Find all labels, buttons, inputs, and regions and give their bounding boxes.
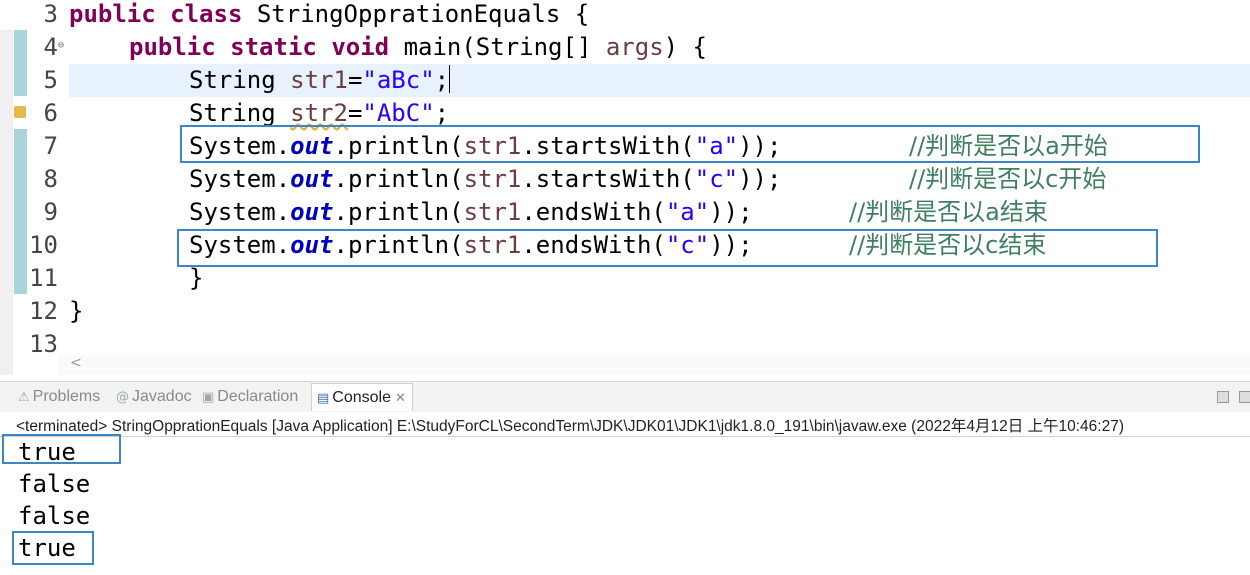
scroll-left-icon[interactable]: < xyxy=(70,355,82,371)
line-number: 13 xyxy=(29,330,58,358)
code-editor[interactable]: 3 4 5 6 7 8 9 10 11 12 13 ⊖ public class… xyxy=(0,0,1250,378)
tab-problems[interactable]: ⚠ Problems xyxy=(18,388,100,406)
console-icon: ▤ xyxy=(317,391,330,406)
console-output-line: false xyxy=(18,470,91,498)
console-status: <terminated> StringOpprationEquals [Java… xyxy=(16,418,1124,435)
line-number: 4 xyxy=(43,33,58,61)
code-line-12[interactable]: } xyxy=(69,295,83,328)
view-tab-bar: ⚠ Problems @ Javadoc ▣ Declaration ▤ Console… xyxy=(0,381,1250,412)
javadoc-icon: @ xyxy=(116,390,129,405)
line-number: 6 xyxy=(43,99,58,127)
code-line-3[interactable]: public class StringOpprationEquals { xyxy=(69,0,589,31)
tab-console[interactable]: ▤ Console ✕ xyxy=(311,383,413,411)
line-number: 7 xyxy=(43,132,58,160)
line-number: 10 xyxy=(29,231,58,259)
annotation-ruler xyxy=(0,30,13,375)
highlight-box xyxy=(2,434,121,464)
maximize-view-icon[interactable] xyxy=(1239,391,1250,403)
tab-declaration[interactable]: ▣ Declaration xyxy=(202,388,298,406)
code-line-5[interactable]: String str1="aBc"; xyxy=(189,64,451,97)
highlight-box xyxy=(177,229,1158,267)
close-icon[interactable]: ✕ xyxy=(395,390,406,405)
code-comment: //判断是否以c开始 xyxy=(909,165,1107,193)
horizontal-scrollbar[interactable]: < xyxy=(58,355,1250,375)
problems-icon: ⚠ xyxy=(18,390,30,405)
text-caret xyxy=(449,65,451,93)
code-comment: //判断是否以a结束 xyxy=(849,198,1048,226)
line-number: 11 xyxy=(29,264,58,292)
highlight-box xyxy=(180,125,1200,163)
line-number: 12 xyxy=(29,297,58,325)
code-line-4[interactable]: public static void main(String[] args) { xyxy=(129,31,707,64)
code-line-9[interactable]: System.out.println(str1.endsWith("a")); xyxy=(189,196,753,229)
line-number: 8 xyxy=(43,165,58,193)
highlight-box xyxy=(12,531,94,565)
console-output-line: false xyxy=(18,502,91,530)
line-number: 9 xyxy=(43,198,58,226)
line-number: 3 xyxy=(43,0,58,28)
tab-javadoc[interactable]: @ Javadoc xyxy=(116,388,192,406)
fold-toggle-icon[interactable]: ⊖ xyxy=(58,41,64,51)
minimize-view-icon[interactable] xyxy=(1217,391,1229,403)
line-number: 5 xyxy=(43,66,58,94)
code-line-8[interactable]: System.out.println(str1.startsWith("c"))… xyxy=(189,163,781,196)
declaration-icon: ▣ xyxy=(202,390,215,405)
divider xyxy=(0,436,1250,437)
